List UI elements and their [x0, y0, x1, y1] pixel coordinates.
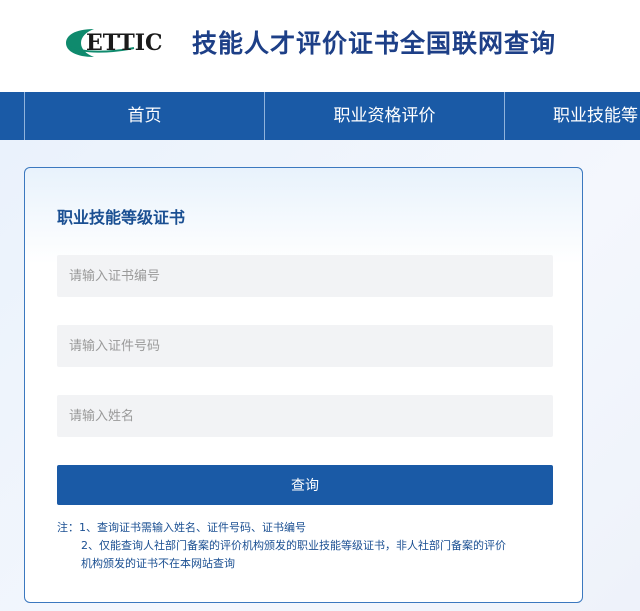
ettic-logo-icon: ETTIC: [66, 29, 163, 57]
note-line-2: 2、仅能查询人社部门备案的评价机构颁发的职业技能等级证书，非人社部门备案的评价: [81, 539, 506, 552]
ettic-logo[interactable]: ETTIC: [64, 26, 182, 60]
note-line-1: 注：1、查询证书需输入姓名、证件号码、证书编号: [57, 521, 306, 534]
query-card: 职业技能等级证书 查询 注：1、查询证书需输入姓名、证件号码、证书编号 2、仅能…: [24, 167, 583, 603]
nav-item-skill-level[interactable]: 职业技能等: [504, 92, 640, 140]
certificate-number-input[interactable]: [57, 255, 553, 297]
id-number-input[interactable]: [57, 325, 553, 367]
nav-item-home[interactable]: 首页: [24, 92, 264, 140]
form-title: 职业技能等级证书: [57, 208, 186, 227]
query-button[interactable]: 查询: [57, 465, 553, 505]
logo-text: ETTIC: [86, 30, 163, 56]
notes: 注：1、查询证书需输入姓名、证件号码、证书编号 2、仅能查询人社部门备案的评价机…: [57, 519, 557, 573]
note-line-3: 机构颁发的证书不在本网站查询: [81, 557, 235, 570]
nav-item-vocational-qualification[interactable]: 职业资格评价: [264, 92, 504, 140]
name-input[interactable]: [57, 395, 553, 437]
site-title: 技能人才评价证书全国联网查询: [192, 29, 557, 58]
site-header: ETTIC 技能人才评价证书全国联网查询: [0, 0, 640, 92]
main-nav: 首页 职业资格评价 职业技能等: [0, 92, 640, 140]
